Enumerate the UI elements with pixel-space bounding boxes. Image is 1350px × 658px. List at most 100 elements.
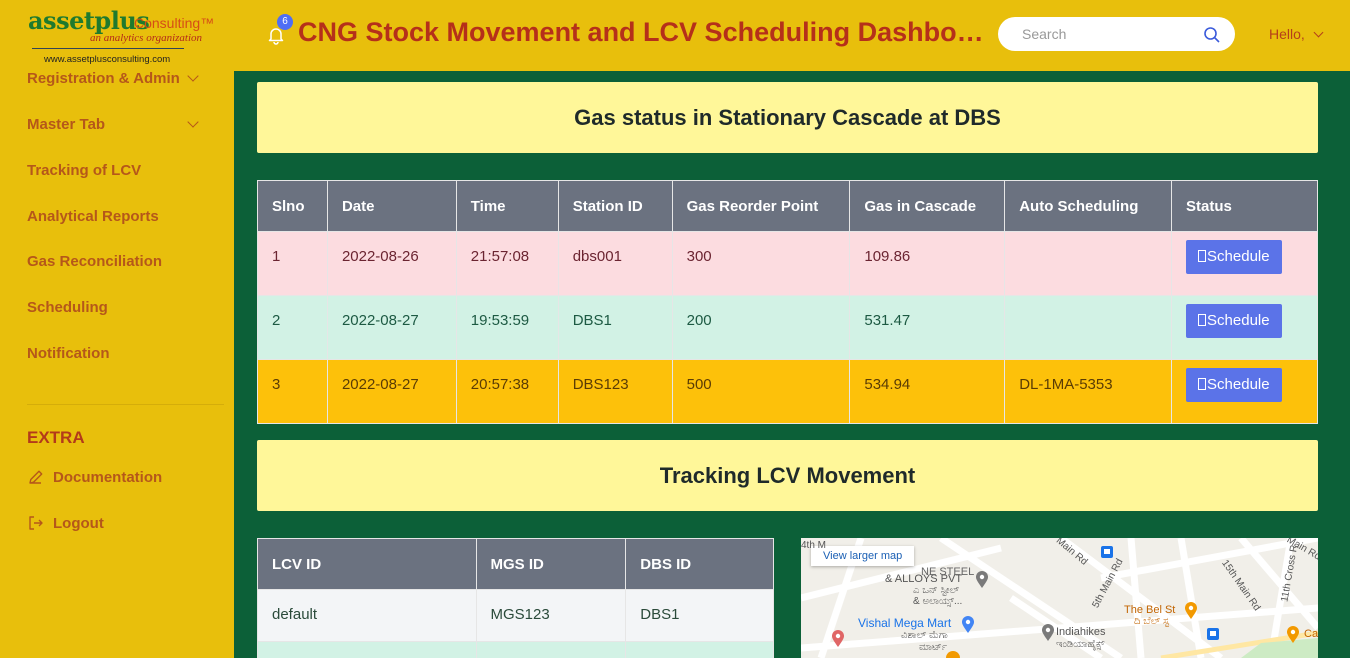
map-pin-icon[interactable] — [1041, 624, 1055, 642]
view-larger-map-link[interactable]: View larger map — [811, 546, 915, 566]
search-input[interactable] — [1022, 24, 1192, 44]
table-row — [257, 641, 774, 658]
column-header: Time — [455, 180, 559, 232]
column-header: MGS ID — [475, 538, 627, 590]
tracking-heading: Tracking LCV Movement — [659, 462, 916, 488]
sidebar-item-gas-reconciliation[interactable]: Gas Reconciliation — [27, 253, 207, 270]
logo-url: www.assetplusconsulting.com — [44, 54, 171, 65]
sidebar-item-documentation[interactable]: Documentation — [27, 468, 162, 486]
store-pin-icon[interactable] — [831, 630, 845, 648]
cell-date: 2022-08-26 — [326, 231, 457, 296]
user-greeting: Hello, — [1269, 26, 1305, 42]
cell-dbs-id — [625, 641, 774, 658]
sidebar-item-label: Registration & Admin — [27, 70, 180, 87]
sidebar-divider — [27, 404, 224, 405]
map-label: ದಿ ಬೆಲ್ ಸ್ಟ — [1134, 616, 1169, 627]
table-header-row: LCV ID MGS ID DBS ID — [257, 538, 774, 590]
sidebar-item-label: Master Tab — [27, 116, 106, 133]
user-menu[interactable]: Hello, — [1269, 26, 1324, 42]
restaurant-pin-icon[interactable] — [1184, 602, 1198, 620]
sidebar-item-notification[interactable]: Notification — [27, 345, 207, 362]
cafe-pin-icon[interactable] — [1286, 626, 1300, 644]
cell-auto-scheduling: DL-1MA-5353 — [1004, 359, 1173, 424]
cell-auto-scheduling — [1004, 231, 1173, 296]
chevron-down-icon — [187, 116, 199, 128]
bus-stop-icon[interactable] — [1207, 628, 1219, 640]
logo-brand: assetplus — [28, 6, 150, 35]
cell-time: 20:57:38 — [455, 359, 559, 424]
map-pin-icon[interactable] — [975, 571, 989, 589]
sidebar-item-label: Documentation — [53, 468, 163, 486]
cell-dbs-id: DBS1 — [625, 589, 774, 642]
search-icon[interactable] — [1203, 26, 1221, 44]
page-title: CNG Stock Movement and LCV Scheduling Da… — [298, 17, 988, 47]
schedule-button-label: Schedule — [1207, 312, 1270, 329]
map-label: Indiahikes — [1056, 626, 1106, 638]
sidebar-item-tracking-lcv[interactable]: Tracking of LCV — [27, 162, 207, 179]
logout-icon — [29, 516, 43, 530]
map-label: & ALLOYS PVT — [885, 573, 963, 585]
schedule-button[interactable]: Schedule — [1186, 304, 1282, 338]
cell-slno: 1 — [257, 231, 328, 296]
cell-reorder-point: 200 — [671, 295, 851, 360]
sidebar: assetplus Consulting™ an analytics organ… — [0, 0, 234, 658]
map-label: The Bel St — [1124, 604, 1176, 616]
cell-status: Schedule — [1171, 295, 1318, 360]
column-header: Date — [326, 180, 457, 232]
cascade-table: Slno Date Time Station ID Gas Reorder Po… — [257, 180, 1318, 424]
cell-lcv-id: default — [257, 589, 477, 642]
schedule-button-label: Schedule — [1207, 376, 1270, 393]
sidebar-item-label: Gas Reconciliation — [27, 253, 163, 270]
cell-status: Schedule — [1171, 359, 1318, 424]
cell-mgs-id — [475, 641, 627, 658]
logo-brand-suffix: Consulting™ — [134, 15, 215, 31]
table-row: 2 2022-08-27 19:53:59 DBS1 200 531.47 Sc… — [257, 295, 1318, 360]
logo-divider — [32, 48, 184, 49]
cell-gas-in-cascade: 534.94 — [849, 359, 1006, 424]
tracking-heading-banner: Tracking LCV Movement — [257, 440, 1318, 511]
cell-slno: 3 — [257, 359, 328, 424]
cell-time: 21:57:08 — [455, 231, 559, 296]
bus-stop-icon[interactable] — [1101, 546, 1113, 558]
schedule-button-label: Schedule — [1207, 248, 1270, 265]
sidebar-item-scheduling[interactable]: Scheduling — [27, 299, 207, 316]
cell-gas-in-cascade: 109.86 — [849, 231, 1006, 296]
assetplus-logo[interactable]: assetplus Consulting™ an analytics organ… — [28, 6, 218, 66]
table-row: 3 2022-08-27 20:57:38 DBS123 500 534.94 … — [257, 359, 1318, 424]
map-pin-icon[interactable] — [945, 650, 961, 658]
schedule-button[interactable]: Schedule — [1186, 368, 1282, 402]
cell-station-id: dbs001 — [557, 231, 673, 296]
sidebar-item-registration-admin[interactable]: Registration & Admin — [27, 70, 207, 87]
cell-reorder-point: 500 — [671, 359, 851, 424]
shopping-pin-icon[interactable] — [961, 616, 975, 634]
embedded-map[interactable]: View larger map 4th M NE STEEL & ALLOYS … — [801, 538, 1318, 658]
map-label: Ca — [1304, 628, 1318, 640]
sidebar-item-label: Analytical Reports — [27, 208, 159, 225]
cell-reorder-point: 300 — [671, 231, 851, 296]
sidebar-item-master-tab[interactable]: Master Tab — [27, 116, 207, 133]
notification-count-badge: 6 — [277, 14, 293, 30]
sidebar-item-analytical-reports[interactable]: Analytical Reports — [27, 208, 207, 225]
sidebar-item-label: Notification — [27, 345, 110, 362]
cell-date: 2022-08-27 — [326, 359, 457, 424]
cell-slno: 2 — [257, 295, 328, 360]
schedule-button[interactable]: Schedule — [1186, 240, 1282, 274]
cell-gas-in-cascade: 531.47 — [849, 295, 1006, 360]
map-label: ಇಂಡಿಯಾಹೈಕ್ಸ್ — [1056, 639, 1105, 650]
cascade-heading: Gas status in Stationary Cascade at DBS — [574, 104, 1001, 130]
sidebar-item-logout[interactable]: Logout — [27, 514, 104, 532]
chevron-down-icon — [187, 70, 199, 82]
cell-time: 19:53:59 — [455, 295, 559, 360]
cell-station-id: DBS1 — [557, 295, 673, 360]
column-header: Gas Reorder Point — [671, 180, 851, 232]
cell-status: Schedule — [1171, 231, 1318, 296]
table-row: default MGS123 DBS1 — [257, 589, 774, 642]
tracking-table: LCV ID MGS ID DBS ID default MGS123 DBS1 — [257, 538, 774, 658]
map-label: & ಅಲಾಯ್ಸ್... — [913, 596, 963, 607]
sidebar-extra-heading: EXTRA — [27, 428, 85, 447]
column-header: LCV ID — [257, 538, 477, 590]
cell-lcv-id — [257, 641, 477, 658]
pencil-icon — [29, 470, 43, 484]
chevron-down-icon — [1313, 27, 1324, 37]
calendar-icon — [1198, 378, 1207, 390]
